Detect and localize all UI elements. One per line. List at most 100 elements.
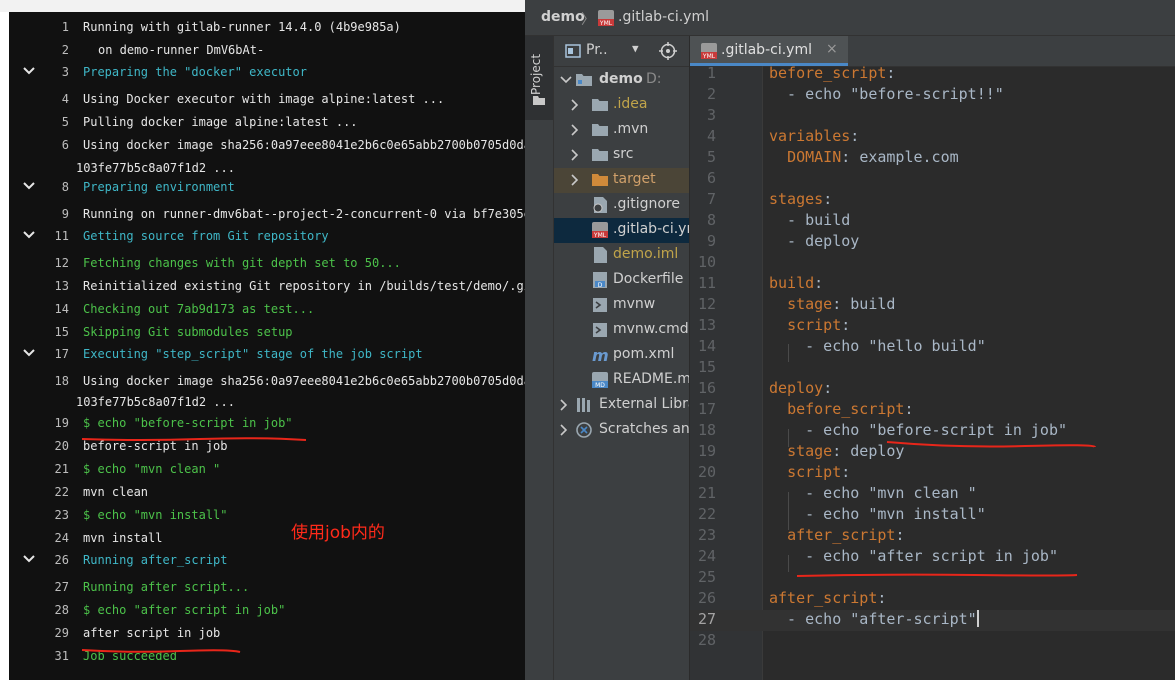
log-line-number[interactable]: 24 [9, 531, 69, 545]
log-line-number[interactable]: 20 [9, 439, 69, 453]
log-line-number[interactable]: 3 [9, 65, 69, 79]
log-line-text: Reinitialized existing Git repository in… [83, 279, 525, 293]
log-line-number[interactable]: 4 [9, 92, 69, 106]
log-line-number[interactable]: 18 [9, 374, 69, 388]
log-line-number[interactable]: 8 [9, 180, 69, 194]
line-number: 18 [697, 421, 716, 439]
tree-item[interactable]: YML .gitlab-ci.yml [554, 218, 689, 243]
breadcrumb-file[interactable]: .gitlab-ci.yml [618, 9, 709, 25]
code-token: script [787, 316, 842, 334]
tree-item[interactable]: src [554, 143, 689, 168]
tree-item[interactable]: Scratches and Consoles [554, 418, 689, 443]
tab-gitlab-ci-yml[interactable]: YML .gitlab-ci.yml × [690, 36, 848, 66]
log-line-number[interactable]: 5 [9, 115, 69, 129]
code-line[interactable]: 20 script: [690, 463, 1175, 484]
code-line[interactable]: 16 deploy: [690, 379, 1175, 400]
code-token: - echo "hello build" [769, 337, 986, 355]
chevron-down-icon[interactable]: ▼ [632, 42, 639, 55]
tree-item[interactable]: mvnw [554, 293, 689, 318]
tree-item[interactable]: .idea [554, 93, 689, 118]
code-line[interactable]: 24 - echo "after script in job" [690, 547, 1175, 568]
code-line[interactable]: 6 [690, 169, 1175, 190]
project-view-selector[interactable]: Pr.. [586, 42, 608, 58]
log-line-number[interactable]: 6 [9, 138, 69, 152]
chevron-right-icon[interactable] [569, 124, 581, 136]
log-line-number[interactable]: 31 [9, 649, 69, 663]
chevron-right-icon[interactable] [558, 424, 570, 436]
library-icon [577, 398, 590, 412]
log-line-number[interactable]: 2 [9, 43, 69, 57]
folder-icon [576, 74, 592, 86]
log-line-number[interactable]: 19 [9, 416, 69, 430]
log-line-text: Preparing the "docker" executor [83, 65, 307, 79]
code-line[interactable]: 17 before_script: [690, 400, 1175, 421]
log-line-number[interactable]: 13 [9, 279, 69, 293]
code-line[interactable]: 27 - echo "after-script" [690, 610, 1175, 631]
log-line-text: 103fe77b5c8a07f1d2 ... [76, 161, 235, 175]
log-line-text: $ echo "after script in job" [83, 603, 286, 617]
job-log-terminal[interactable]: 1 Running with gitlab-runner 14.4.0 (4b9e… [9, 12, 525, 680]
log-line-number[interactable]: 22 [9, 485, 69, 499]
log-line-text: Executing "step_script" stage of the job… [83, 347, 423, 361]
tree-item[interactable]: m pom.xml [554, 343, 689, 368]
code-line[interactable]: 9 - deploy [690, 232, 1175, 253]
chevron-down-icon[interactable] [560, 74, 572, 86]
chevron-right-icon[interactable] [569, 149, 581, 161]
project-tree[interactable]: Pr.. ▼ demo D: .idea .mvn src target .gitignor… [554, 36, 689, 680]
log-line-number[interactable]: 14 [9, 302, 69, 316]
locate-target-icon[interactable] [659, 42, 677, 60]
log-line-number[interactable]: 12 [9, 256, 69, 270]
tree-item-label: mvnw.cmd [613, 321, 689, 337]
code-line[interactable]: 14 - echo "hello build" [690, 337, 1175, 358]
log-line-number[interactable]: 15 [9, 325, 69, 339]
tree-item[interactable]: target [554, 168, 689, 193]
tree-item[interactable]: D Dockerfile [554, 268, 689, 293]
log-line-number[interactable]: 17 [9, 347, 69, 361]
code-line[interactable]: 22 - echo "mvn install" [690, 505, 1175, 526]
code-line[interactable]: 15 [690, 358, 1175, 379]
code-line[interactable]: 8 - build [690, 211, 1175, 232]
close-icon[interactable]: × [826, 41, 838, 57]
breadcrumb-project[interactable]: demo [541, 9, 585, 25]
code-line[interactable]: 13 script: [690, 316, 1175, 337]
chevron-right-icon[interactable] [569, 99, 581, 111]
log-line-number[interactable]: 26 [9, 553, 69, 567]
code-line[interactable]: 1 before_script: [690, 64, 1175, 85]
code-line[interactable]: 12 stage: build [690, 295, 1175, 316]
code-line[interactable]: 11 build: [690, 274, 1175, 295]
chevron-right-icon[interactable] [569, 174, 581, 186]
log-line-number[interactable]: 1 [9, 20, 69, 34]
code-line[interactable]: 23 after_script: [690, 526, 1175, 547]
code-line[interactable]: 28 [690, 631, 1175, 652]
tree-item[interactable]: .mvn [554, 118, 689, 143]
tree-item[interactable]: External Libraries [554, 393, 689, 418]
code-token: variables [769, 127, 851, 145]
log-line-number[interactable]: 21 [9, 462, 69, 476]
code-line[interactable]: 4 variables: [690, 127, 1175, 148]
log-line-number[interactable]: 9 [9, 207, 69, 221]
code-line[interactable]: 26 after_script: [690, 589, 1175, 610]
tree-item[interactable]: demo.iml [554, 243, 689, 268]
code-line[interactable]: 7 stages: [690, 190, 1175, 211]
log-line-number[interactable]: 29 [9, 626, 69, 640]
code-line[interactable]: 5 DOMAIN: example.com [690, 148, 1175, 169]
code-line[interactable]: 21 - echo "mvn clean " [690, 484, 1175, 505]
chevron-right-icon[interactable] [558, 399, 570, 411]
gitignore-file-icon [593, 197, 607, 213]
log-line-number[interactable]: 28 [9, 603, 69, 617]
tree-item[interactable]: .gitignore [554, 193, 689, 218]
code-line-text: - echo "before-script in job" [769, 421, 1067, 439]
code-editor[interactable]: YML .gitlab-ci.yml × 1 before_script: 2 - … [690, 36, 1175, 680]
tree-item-label: mvnw [613, 296, 656, 312]
tree-item[interactable]: mvnw.cmd [554, 318, 689, 343]
log-line-number[interactable]: 11 [9, 229, 69, 243]
tree-item[interactable]: demo D: [554, 68, 689, 93]
code-line[interactable]: 2 - echo "before-script!!" [690, 85, 1175, 106]
project-tree-header: Pr.. ▼ [554, 36, 689, 67]
code-line[interactable]: 3 [690, 106, 1175, 127]
line-number: 7 [706, 190, 716, 208]
code-line[interactable]: 10 [690, 253, 1175, 274]
log-line-number[interactable]: 27 [9, 580, 69, 594]
tree-item[interactable]: MD README.md [554, 368, 689, 393]
log-line-number[interactable]: 23 [9, 508, 69, 522]
